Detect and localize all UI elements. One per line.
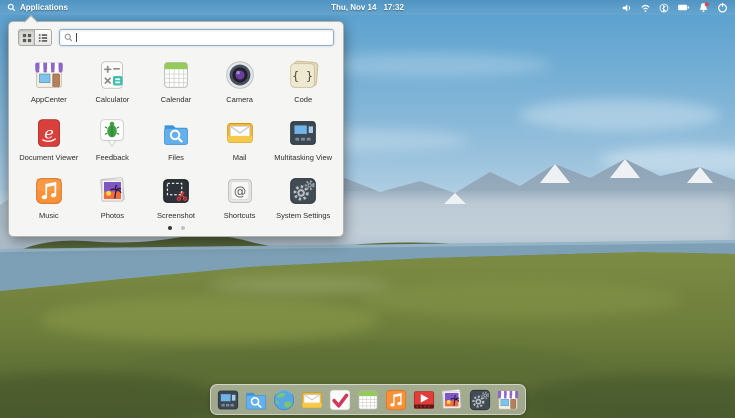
app-shortcuts[interactable]: @ Shortcuts bbox=[208, 170, 272, 227]
applications-menu-button[interactable]: Applications bbox=[7, 3, 68, 12]
app-launcher-popover: AppCenter Calculator Calendar Camera {}… bbox=[8, 21, 344, 237]
multitasking-view-icon bbox=[284, 114, 322, 152]
dock-music[interactable] bbox=[383, 387, 409, 413]
app-feedback[interactable]: Feedback bbox=[81, 112, 145, 169]
app-label: Files bbox=[168, 153, 184, 162]
dock-mail[interactable] bbox=[299, 387, 325, 413]
page-dot-2[interactable] bbox=[180, 226, 185, 230]
svg-text:@: @ bbox=[233, 184, 245, 198]
grid-view-button[interactable] bbox=[18, 29, 35, 46]
session-icon[interactable] bbox=[717, 2, 728, 13]
category-view-icon bbox=[38, 33, 48, 42]
calendar-icon bbox=[157, 56, 195, 94]
calculator-icon bbox=[93, 56, 131, 94]
panel-time: 17:32 bbox=[383, 3, 404, 12]
search-field[interactable] bbox=[59, 29, 334, 46]
battery-icon[interactable] bbox=[677, 3, 690, 12]
page-dot-1[interactable] bbox=[167, 226, 172, 230]
dock-system-settings[interactable] bbox=[467, 387, 493, 413]
dock-files[interactable] bbox=[243, 387, 269, 413]
volume-icon[interactable] bbox=[621, 3, 632, 13]
app-calendar[interactable]: Calendar bbox=[144, 54, 208, 111]
app-music[interactable]: Music bbox=[17, 170, 81, 227]
app-grid: AppCenter Calculator Calendar Camera {}… bbox=[9, 51, 343, 227]
app-label: Document Viewer bbox=[19, 153, 79, 162]
app-multitasking-view[interactable]: Multitasking View bbox=[271, 112, 335, 169]
app-label: Code bbox=[294, 95, 313, 104]
wifi-icon[interactable] bbox=[640, 3, 651, 13]
dock bbox=[209, 384, 526, 415]
top-panel: Applications Thu, Nov 14 17:32 bbox=[0, 0, 735, 15]
app-photos[interactable]: Photos bbox=[81, 170, 145, 227]
app-files[interactable]: Files bbox=[144, 112, 208, 169]
search-icon bbox=[7, 3, 16, 12]
panel-date: Thu, Nov 14 bbox=[331, 3, 377, 12]
app-mail[interactable]: Mail bbox=[208, 112, 272, 169]
dock-calendar[interactable] bbox=[355, 387, 381, 413]
app-calculator[interactable]: Calculator bbox=[81, 54, 145, 111]
dock-appcenter[interactable] bbox=[495, 387, 521, 413]
applications-menu-label: Applications bbox=[20, 3, 69, 12]
launcher-header bbox=[9, 22, 343, 51]
notifications-icon[interactable] bbox=[698, 2, 709, 13]
app-appcenter[interactable]: AppCenter bbox=[17, 54, 81, 111]
search-input[interactable] bbox=[80, 33, 329, 42]
app-label: Feedback bbox=[95, 153, 129, 162]
app-camera[interactable]: Camera bbox=[208, 54, 272, 111]
app-document-viewer[interactable]: e Document Viewer bbox=[17, 112, 81, 169]
app-label: Calculator bbox=[95, 95, 130, 104]
app-label: Calendar bbox=[160, 95, 192, 104]
app-label: System Settings bbox=[276, 211, 331, 220]
app-label: Screenshot bbox=[157, 211, 195, 220]
dock-multitasking-view[interactable] bbox=[215, 387, 241, 413]
svg-text:{ }: { } bbox=[292, 69, 313, 83]
system-settings-icon bbox=[284, 172, 322, 210]
app-label: Photos bbox=[100, 211, 125, 220]
bluetooth-icon[interactable] bbox=[659, 3, 669, 13]
category-view-button[interactable] bbox=[35, 29, 52, 46]
music-icon bbox=[30, 172, 68, 210]
files-icon bbox=[157, 114, 195, 152]
feedback-icon bbox=[93, 114, 131, 152]
app-label: Camera bbox=[226, 95, 253, 104]
app-label: Shortcuts bbox=[223, 211, 256, 220]
app-label: Music bbox=[39, 211, 59, 220]
search-icon bbox=[64, 33, 73, 42]
app-label: Mail bbox=[232, 153, 247, 162]
photos-icon bbox=[93, 172, 131, 210]
mail-icon bbox=[221, 114, 259, 152]
text-caret bbox=[76, 33, 77, 42]
dock-tasks[interactable] bbox=[327, 387, 353, 413]
grid-view-icon bbox=[22, 33, 31, 42]
page-indicator bbox=[9, 226, 343, 230]
app-code[interactable]: { } Code bbox=[271, 54, 335, 111]
datetime-indicator[interactable]: Thu, Nov 14 17:32 bbox=[331, 3, 404, 12]
dock-web[interactable] bbox=[271, 387, 297, 413]
app-system-settings[interactable]: System Settings bbox=[271, 170, 335, 227]
appcenter-icon bbox=[30, 56, 68, 94]
code-icon: { } bbox=[284, 56, 322, 94]
system-tray bbox=[621, 2, 728, 13]
camera-icon bbox=[221, 56, 259, 94]
view-toggle bbox=[18, 29, 52, 46]
app-screenshot[interactable]: Screenshot bbox=[144, 170, 208, 227]
app-label: AppCenter bbox=[30, 95, 67, 104]
shortcuts-icon: @ bbox=[221, 172, 259, 210]
app-label: Multitasking View bbox=[274, 153, 333, 162]
screenshot-icon bbox=[157, 172, 195, 210]
document-viewer-icon: e bbox=[30, 114, 68, 152]
dock-photos[interactable] bbox=[439, 387, 465, 413]
dock-videos[interactable] bbox=[411, 387, 437, 413]
